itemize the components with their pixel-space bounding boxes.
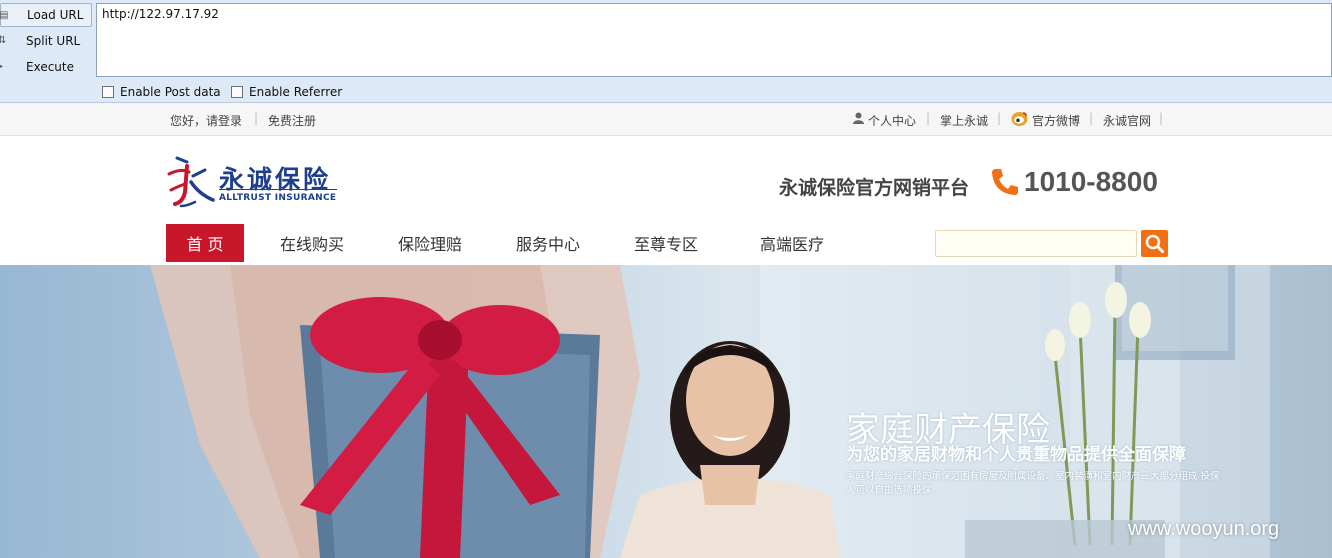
nav-online-purchase[interactable]: 在线购买 (280, 224, 344, 262)
divider: | (926, 111, 931, 125)
wooyun-watermark: www.wooyun.org (1128, 518, 1280, 540)
search-button[interactable] (1141, 230, 1168, 257)
logo-divider (219, 189, 337, 190)
checkbox-box[interactable] (102, 86, 114, 98)
weibo-link[interactable]: 官方微博 (1032, 112, 1080, 129)
login-link[interactable]: 您好，请登录 (170, 112, 242, 129)
logo-mark-icon (167, 156, 215, 208)
mobile-link[interactable]: 掌上永诚 (940, 112, 988, 129)
load-url-icon: ▤ (0, 10, 9, 21)
divider: | (997, 111, 1002, 125)
search-icon (1145, 234, 1164, 253)
alltrust-logo[interactable]: 永诚保险 ALLTRUST INSURANCE (165, 152, 345, 208)
logo-text-cn: 永诚保险 (219, 165, 332, 194)
nav-home[interactable]: 首 页 (166, 224, 244, 262)
enable-referrer-checkbox[interactable]: Enable Referrer (231, 84, 342, 100)
nav-claims[interactable]: 保险理赔 (398, 224, 462, 262)
split-url-label: Split URL (26, 34, 81, 48)
banner-description: 家庭财产综合保险的承保范围有房屋及附属设备、室内装潢和室内财产三大部分组成 投保… (846, 471, 1220, 496)
enable-post-data-label: Enable Post data (120, 85, 221, 99)
user-icon (853, 112, 864, 127)
platform-slogan: 永诚保险官方网销平台 (779, 177, 970, 199)
banner-subtitle: 为您的家居财物和个人贵重物品提供全面保障 (846, 445, 1186, 465)
execute-icon: ▸ (0, 61, 4, 72)
register-link[interactable]: 免费注册 (268, 112, 316, 129)
nav-premium-medical[interactable]: 高端医疗 (760, 224, 824, 262)
load-url-button[interactable]: ▤ Load URL (0, 3, 92, 27)
execute-button[interactable]: ▸ Execute (0, 55, 92, 79)
divider: | (254, 111, 259, 125)
top-utility-bar: 您好，请登录 | 免费注册 个人中心 | 掌上永诚 | 官方微博 | 永诚官网 … (0, 103, 1332, 136)
weibo-icon (1011, 111, 1028, 130)
enable-post-data-checkbox[interactable]: Enable Post data (102, 84, 221, 100)
official-site-link[interactable]: 永诚官网 (1103, 112, 1151, 129)
load-url-label: Load URL (27, 8, 84, 22)
checkbox-box[interactable] (231, 86, 243, 98)
divider: | (1159, 111, 1164, 125)
search-input[interactable] (935, 230, 1137, 257)
split-url-icon: ⇅ (0, 35, 7, 46)
hackbar-toolbar: ▤ Load URL ⇅ Split URL ▸ Execute http://… (0, 0, 1332, 103)
split-url-button[interactable]: ⇅ Split URL (0, 29, 92, 53)
banner-photo (150, 265, 1270, 558)
nav-vip-zone[interactable]: 至尊专区 (634, 224, 698, 262)
phone-icon (992, 169, 1018, 195)
hotline-number: 1010-8800 (1024, 166, 1158, 197)
hero-banner[interactable]: 家庭财产保险 为您的家居财物和个人贵重物品提供全面保障 家庭财产综合保险的承保范… (0, 265, 1332, 558)
execute-label: Execute (26, 60, 74, 74)
personal-center-link[interactable]: 个人中心 (868, 112, 916, 129)
url-textarea[interactable]: http://122.97.17.92 (96, 3, 1332, 77)
nav-service-center[interactable]: 服务中心 (516, 224, 580, 262)
enable-referrer-label: Enable Referrer (249, 85, 343, 99)
logo-text-en: ALLTRUST INSURANCE (219, 193, 337, 203)
divider: | (1089, 111, 1094, 125)
